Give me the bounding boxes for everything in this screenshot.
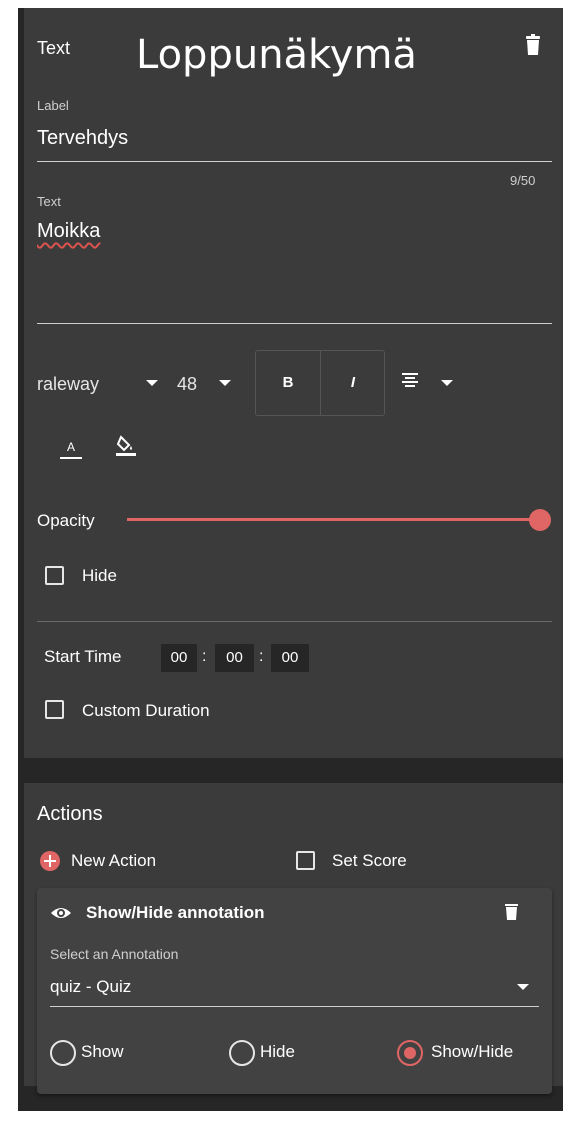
start-time-hours[interactable]: 00 (161, 644, 197, 672)
font-color-letter: A (66, 440, 75, 454)
radio-show-hide-label: Show/Hide (431, 1042, 514, 1061)
start-time-label: Start Time (44, 647, 122, 666)
radio-show[interactable] (50, 1040, 76, 1066)
font-family-select[interactable]: raleway (37, 374, 99, 395)
align-center-icon[interactable] (401, 372, 419, 388)
delete-action-icon[interactable] (505, 903, 518, 920)
radio-selected-dot (404, 1047, 416, 1059)
opacity-slider-track[interactable] (127, 518, 539, 521)
page-title: Loppunäkymä (136, 32, 417, 78)
font-size-select[interactable]: 48 (177, 374, 197, 395)
font-color-icon[interactable]: A (60, 440, 82, 459)
add-action-icon[interactable] (40, 851, 60, 871)
font-family-dropdown-icon[interactable] (146, 380, 158, 386)
font-size-dropdown-icon[interactable] (219, 380, 231, 386)
annotation-select[interactable]: quiz - Quiz (50, 977, 131, 997)
start-time-seconds[interactable]: 00 (271, 644, 309, 672)
style-button-group: B I (255, 350, 385, 416)
radio-hide-label: Hide (260, 1042, 295, 1061)
section-label: Text (37, 38, 71, 58)
opacity-slider-handle[interactable] (529, 509, 551, 531)
radio-show-hide[interactable] (397, 1040, 423, 1066)
divider (37, 621, 552, 622)
custom-duration-checkbox[interactable] (45, 700, 64, 719)
font-color-swatch (60, 457, 82, 459)
align-dropdown-icon[interactable] (441, 380, 453, 386)
char-counter: 9/50 (510, 173, 536, 188)
actions-title: Actions (37, 803, 103, 825)
italic-button[interactable]: I (321, 351, 385, 415)
text-field-underline (37, 323, 552, 324)
radio-show-label: Show (81, 1042, 124, 1061)
eye-icon (50, 905, 72, 921)
label-field-caption: Label (37, 98, 69, 113)
custom-duration-label: Custom Duration (82, 701, 210, 720)
set-score-checkbox[interactable] (296, 851, 315, 870)
hide-checkbox[interactable] (45, 566, 64, 585)
radio-hide[interactable] (229, 1040, 255, 1066)
annotation-select-caption: Select an Annotation (50, 946, 179, 962)
label-field-underline (37, 161, 552, 162)
trash-icon[interactable] (525, 34, 541, 56)
time-separator: : (259, 648, 264, 665)
bold-button[interactable]: B (256, 351, 320, 415)
start-time-minutes[interactable]: 00 (215, 644, 254, 672)
fill-color-icon[interactable] (114, 434, 138, 458)
time-separator: : (202, 648, 207, 665)
label-field-input[interactable]: Tervehdys (37, 127, 128, 150)
annotation-select-underline (50, 1006, 539, 1007)
annotation-dropdown-icon[interactable] (517, 984, 529, 990)
text-field-input[interactable]: Moikka (37, 220, 100, 243)
new-action-button[interactable]: New Action (71, 851, 156, 871)
text-field-caption: Text (37, 194, 61, 209)
hide-label: Hide (82, 566, 117, 585)
action-card-title: Show/Hide annotation (86, 903, 265, 922)
opacity-label: Opacity (37, 511, 95, 530)
set-score-label: Set Score (332, 851, 407, 870)
